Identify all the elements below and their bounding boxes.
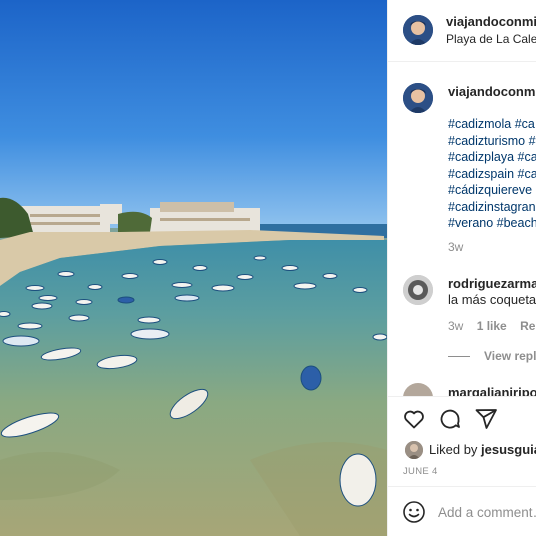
post-actions: Liked by jesusguia JUNE 4 — [388, 396, 536, 486]
author-username[interactable]: viajandoconmiri — [446, 14, 536, 29]
commenter-username[interactable]: rodriguezarmai — [448, 276, 536, 291]
add-comment-bar — [388, 486, 536, 536]
commenter-username[interactable]: margalianiripol — [448, 385, 536, 396]
liked-by-text: Liked by jesusguia — [429, 442, 536, 457]
commenter-avatar[interactable] — [403, 275, 433, 305]
post-location[interactable]: Playa de La Caleta — [446, 32, 536, 46]
reply-button[interactable]: Reply — [520, 319, 536, 333]
post-side-panel: viajandoconmiri Playa de La Caleta viaja… — [387, 0, 536, 536]
hashtag-link[interactable]: #cadizplaya #ca — [448, 149, 536, 166]
hashtag-link[interactable]: #cadizturismo # — [448, 133, 536, 150]
liked-by-prefix: Liked by — [429, 442, 482, 457]
hashtag-link[interactable]: #cadizinstagran — [448, 199, 536, 216]
replies-divider — [448, 356, 470, 358]
caption-author-avatar[interactable] — [403, 83, 433, 113]
liked-by-user[interactable]: jesusguia — [481, 442, 536, 457]
caption-timestamp: 3w — [448, 240, 464, 254]
view-replies-label: View repli — [484, 349, 536, 363]
smiley-icon[interactable] — [402, 500, 426, 524]
view-replies-button[interactable]: View repli — [448, 349, 536, 363]
comment-timestamp: 3w — [448, 319, 464, 333]
caption-author-username[interactable]: viajandoconmiri — [448, 84, 536, 99]
beach-harbor-image — [0, 0, 387, 536]
commenter-avatar[interactable] — [403, 383, 433, 396]
comment-icon[interactable] — [438, 407, 462, 431]
heart-icon[interactable] — [402, 407, 426, 431]
hashtag-link[interactable]: #cádizquiereve — [448, 182, 536, 199]
hashtag-link[interactable]: #cadizspain #ca — [448, 166, 536, 183]
comment-input[interactable] — [438, 502, 536, 522]
hashtag-link[interactable]: #cadizmola #ca — [448, 116, 536, 133]
liker-avatar[interactable] — [405, 441, 423, 459]
share-icon[interactable] — [474, 407, 498, 431]
comment-likes[interactable]: 1 like — [477, 319, 507, 333]
hashtag-link[interactable]: #verano #beach — [448, 215, 536, 232]
caption-hashtags: #cadizmola #ca #cadizturismo # #cadizpla… — [448, 116, 536, 232]
comment-text: la más coqueta — [448, 292, 536, 307]
comment-meta: 3w 1 like Reply — [448, 319, 536, 333]
author-avatar[interactable] — [403, 15, 433, 45]
post-date[interactable]: JUNE 4 — [403, 466, 438, 477]
comments-section[interactable]: viajandoconmiri #cadizmola #ca #cadiztur… — [388, 63, 536, 396]
post-header: viajandoconmiri Playa de La Caleta — [388, 0, 536, 62]
post-photo[interactable] — [0, 0, 387, 536]
